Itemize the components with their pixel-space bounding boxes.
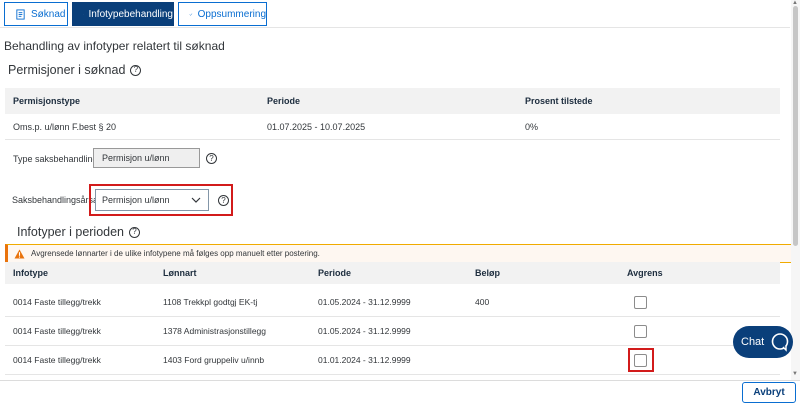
help-icon[interactable]: ?: [129, 226, 141, 238]
cell-permisjonstype: Oms.p. u/lønn F.best § 20: [13, 121, 117, 132]
scroll-thumb[interactable]: [793, 6, 798, 246]
tab-label: Infotypebehandling: [88, 8, 173, 20]
highlight-box: [628, 348, 654, 372]
tab-soknad[interactable]: Søknad: [4, 2, 68, 26]
column-header-periode: Periode: [267, 96, 301, 106]
cell-periode: 01.07.2025 - 10.07.2025: [267, 121, 366, 132]
cell-belop: 400: [475, 297, 490, 307]
tab-bar: Søknad Infotypebehandling Oppsummering: [0, 0, 790, 28]
help-icon[interactable]: ?: [218, 195, 229, 206]
scrollbar[interactable]: ▲ ▼: [791, 0, 800, 380]
table-row: Oms.p. u/lønn F.best § 20 01.07.2025 - 1…: [5, 114, 780, 140]
cell-infotype: 0014 Faste tillegg/trekk: [13, 297, 101, 307]
chat-bubble-icon: [771, 333, 789, 352]
permisjoner-title: Permisjoner i søknad ?: [8, 63, 142, 77]
type-saksbehandling-field: Permisjon u/lønn: [93, 148, 200, 168]
infotyper-table-header: Infotype Lønnart Periode Beløp Avgrens: [5, 262, 780, 284]
saksbehandlingsarsak-select[interactable]: Permisjon u/lønn: [95, 189, 209, 211]
cell-periode: 01.01.2024 - 31.12.9999: [318, 355, 411, 365]
cell-periode: 01.05.2024 - 31.12.9999: [318, 297, 411, 307]
column-header-periode: Periode: [318, 268, 352, 278]
tab-oppsummering[interactable]: Oppsummering: [178, 2, 267, 26]
footer-bar: [0, 380, 800, 404]
tab-label: Søknad: [31, 8, 66, 20]
warning-triangle-icon: [14, 248, 25, 259]
cell-prosent: 0%: [525, 121, 539, 132]
document-icon: [16, 8, 25, 20]
cell-lonnart: 1378 Administrasjonstillegg: [163, 326, 267, 336]
warning-message: Avgrensede lønnarter i de ulike infotype…: [5, 244, 795, 263]
checkmark-icon: [189, 12, 193, 16]
cell-periode: 01.05.2024 - 31.12.9999: [318, 326, 411, 336]
warning-text: Avgrensede lønnarter i de ulike infotype…: [31, 249, 320, 258]
chat-label: Chat: [741, 336, 765, 348]
help-icon[interactable]: ?: [130, 64, 142, 76]
cell-infotype: 0014 Faste tillegg/trekk: [13, 326, 101, 336]
cell-infotype: 0014 Faste tillegg/trekk: [13, 355, 101, 365]
cell-lonnart: 1403 Ford gruppeliv u/innb: [163, 355, 265, 365]
infotyper-title-text: Infotyper i perioden: [17, 225, 125, 239]
table-row: 0014 Faste tillegg/trekk 1403 Ford grupp…: [5, 346, 780, 375]
column-header-avgrens: Avgrens: [627, 268, 663, 278]
scroll-down-icon[interactable]: ▼: [792, 371, 798, 377]
avgrens-checkbox[interactable]: [634, 325, 647, 338]
column-header-permisjonstype: Permisjonstype: [13, 96, 81, 106]
cancel-button[interactable]: Avbryt: [742, 382, 796, 403]
cell-lonnart: 1108 Trekkpl godtgj EK-tj: [163, 297, 258, 307]
column-header-infotype: Infotype: [13, 268, 48, 278]
column-header-lonnart: Lønnart: [163, 268, 197, 278]
permisjoner-table-header: Permisjonstype Periode Prosent tilstede: [5, 88, 780, 114]
avgrens-checkbox[interactable]: [634, 296, 647, 309]
permisjoner-title-text: Permisjoner i søknad: [8, 63, 126, 77]
table-row: 0014 Faste tillegg/trekk 1108 Trekkpl go…: [5, 288, 780, 317]
infotyper-title: Infotyper i perioden ?: [17, 225, 141, 239]
column-header-prosent: Prosent tilstede: [525, 96, 593, 106]
chevron-down-icon: [191, 197, 201, 203]
table-row: 0014 Faste tillegg/trekk 1378 Administra…: [5, 317, 780, 346]
type-saksbehandling-label: Type saksbehandling:: [13, 154, 101, 164]
select-value: Permisjon u/lønn: [102, 195, 170, 205]
tab-label: Oppsummering: [197, 8, 266, 20]
help-icon[interactable]: ?: [206, 153, 217, 164]
chat-button[interactable]: Chat: [733, 326, 793, 358]
page-heading: Behandling av infotyper relatert til søk…: [4, 39, 225, 53]
column-header-belop: Beløp: [475, 268, 501, 278]
tab-infotypebehandling[interactable]: Infotypebehandling: [72, 2, 174, 26]
